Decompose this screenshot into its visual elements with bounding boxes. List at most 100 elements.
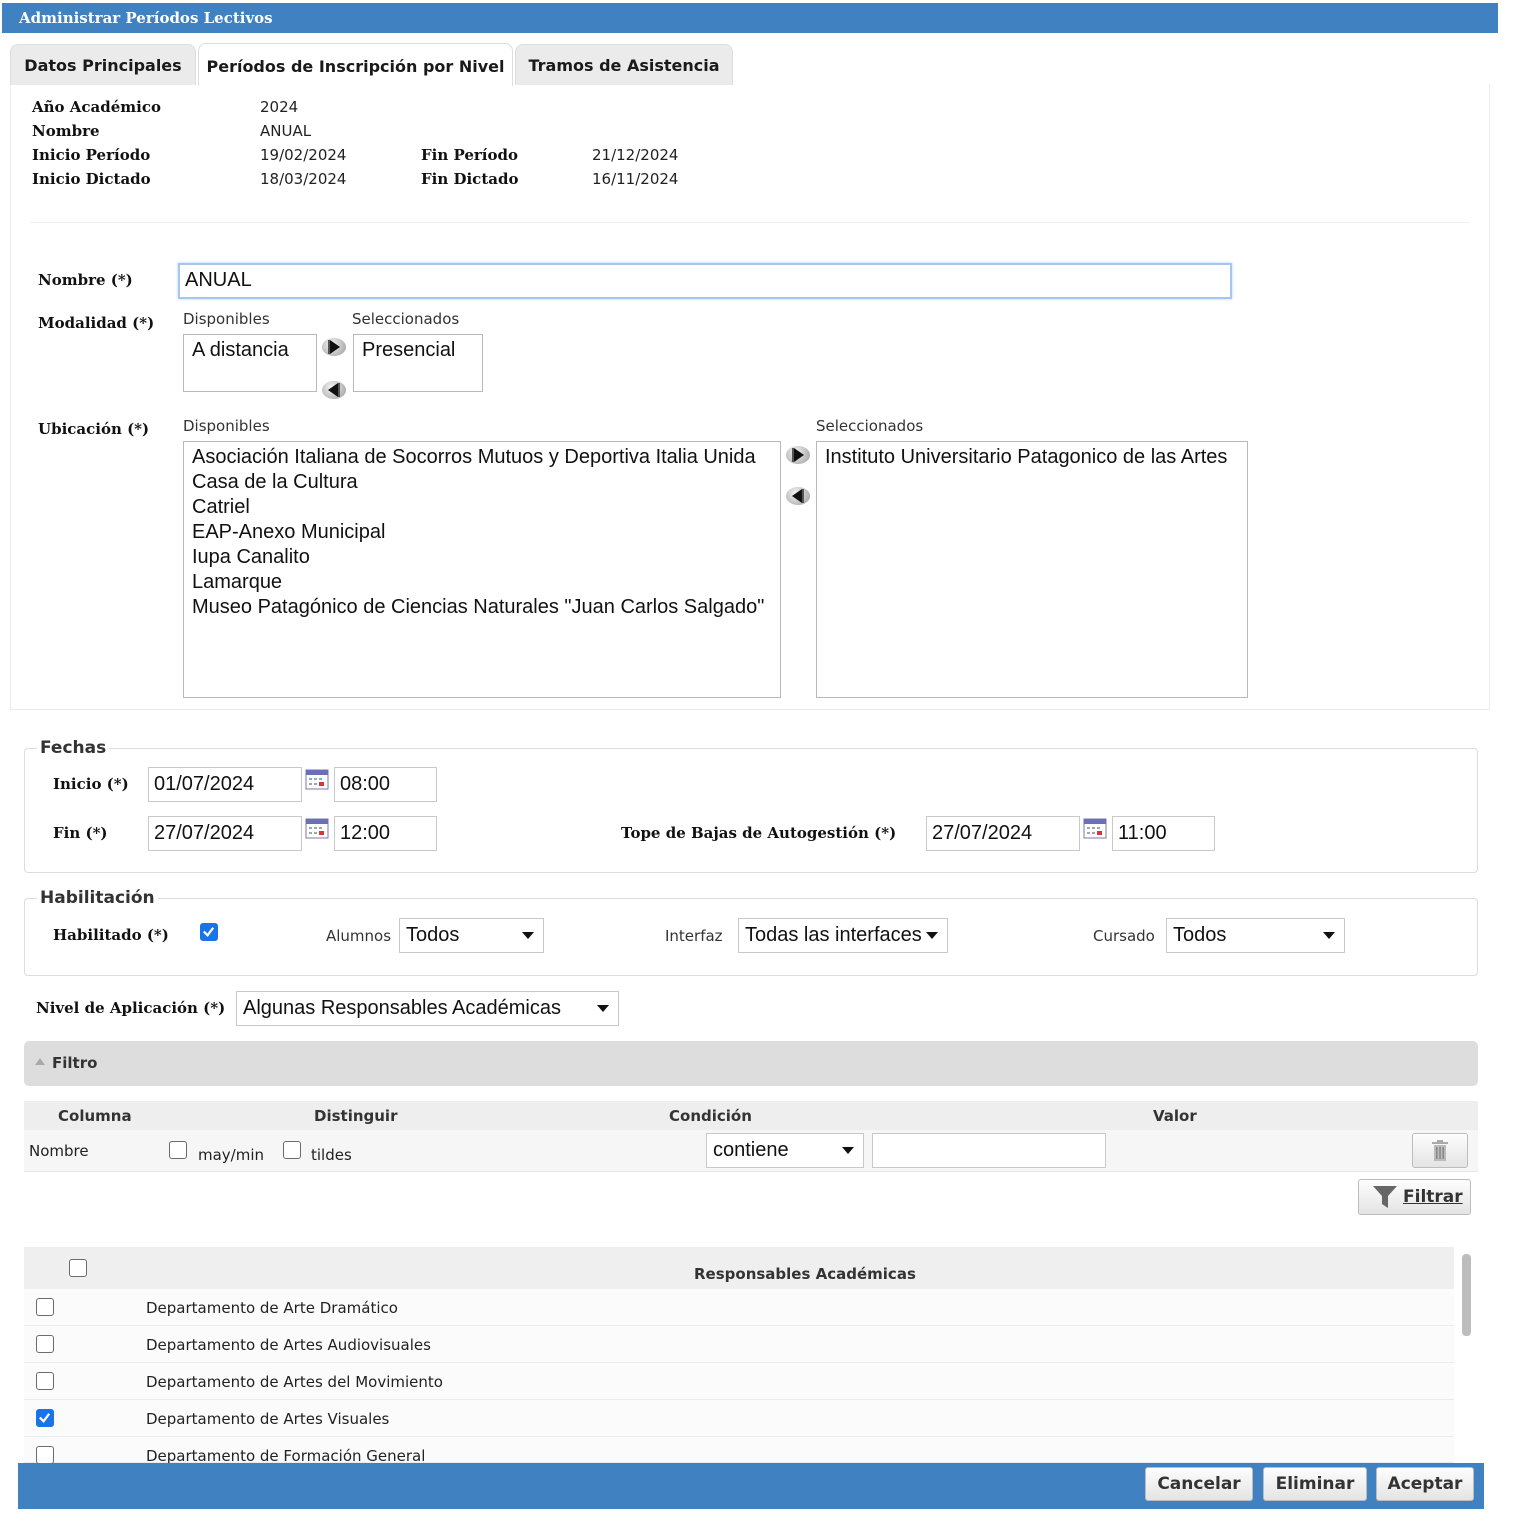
filtro-title: Filtro <box>52 1054 98 1072</box>
list-item[interactable]: A distancia <box>192 338 308 363</box>
chevron-down-icon <box>926 932 938 939</box>
nombre-info-label: Nombre <box>32 122 100 140</box>
arrow-right-icon <box>328 340 340 354</box>
delete-filter-button[interactable] <box>1412 1133 1468 1168</box>
table-scrollbar[interactable] <box>1462 1254 1471 1336</box>
fin-date-input[interactable]: 27/07/2024 <box>148 816 302 851</box>
fin-dictado-label: Fin Dictado <box>421 170 519 188</box>
alumnos-label: Alumnos <box>326 927 392 945</box>
filtrar-button[interactable]: Filtrar <box>1358 1179 1471 1215</box>
chevron-down-icon <box>842 1147 854 1154</box>
interfaz-select[interactable]: Todas las interfaces <box>738 918 948 953</box>
row-checkbox[interactable] <box>36 1446 54 1463</box>
fechas-legend: Fechas <box>37 738 110 758</box>
chevron-down-icon <box>522 932 534 939</box>
valor-input[interactable] <box>872 1133 1106 1168</box>
col-columna: Columna <box>58 1107 132 1125</box>
inicio-date-input[interactable]: 01/07/2024 <box>148 767 302 802</box>
nivel-label: Nivel de Aplicación (*) <box>36 999 226 1017</box>
alumnos-select-value: Todos <box>406 924 460 946</box>
inicio-periodo-value: 19/02/2024 <box>260 146 347 164</box>
calendar-icon[interactable] <box>305 768 329 790</box>
inicio-label: Inicio (*) <box>53 775 129 793</box>
list-item[interactable]: Instituto Universitario Patagonico de la… <box>825 445 1239 470</box>
list-item[interactable]: Iupa Canalito <box>192 545 772 570</box>
modalidad-seleccionados-list[interactable]: Presencial <box>353 334 483 392</box>
fin-time-input[interactable]: 12:00 <box>334 816 437 851</box>
interfaz-select-value: Todas las interfaces <box>745 924 922 946</box>
results-header-label: Responsables Académicas <box>694 1265 916 1283</box>
cancelar-button[interactable]: Cancelar <box>1145 1467 1253 1501</box>
modalidad-remove-button[interactable] <box>322 381 346 399</box>
tope-date-input[interactable]: 27/07/2024 <box>926 816 1080 851</box>
habilitado-label: Habilitado (*) <box>53 926 169 944</box>
row-label: Departamento de Formación General <box>146 1447 426 1463</box>
cursado-select-value: Todos <box>1173 924 1227 946</box>
arrow-left-icon <box>328 383 340 397</box>
modalidad-label: Modalidad (*) <box>38 314 155 332</box>
cursado-select[interactable]: Todos <box>1166 918 1345 953</box>
chevron-down-icon <box>597 1005 609 1012</box>
list-item[interactable]: Lamarque <box>192 570 772 595</box>
row-checkbox[interactable] <box>36 1335 54 1353</box>
arrow-left-icon <box>792 489 804 503</box>
collapse-caret-icon[interactable] <box>35 1058 45 1065</box>
nombre-input[interactable]: ANUAL <box>178 263 1232 299</box>
maymin-checkbox[interactable] <box>169 1141 187 1159</box>
arrow-right-icon <box>792 448 804 462</box>
alumnos-select[interactable]: Todos <box>399 918 544 953</box>
row-checkbox[interactable] <box>36 1372 54 1390</box>
eliminar-button[interactable]: Eliminar <box>1263 1467 1367 1501</box>
aceptar-button[interactable]: Aceptar <box>1376 1467 1474 1501</box>
inicio-time-input[interactable]: 08:00 <box>334 767 437 802</box>
nombre-info-value: ANUAL <box>260 122 312 140</box>
row-clip: Departamento de Formación General <box>24 1437 524 1463</box>
modalidad-seleccionados-label: Seleccionados <box>352 310 460 328</box>
select-all-checkbox[interactable] <box>69 1259 87 1277</box>
inicio-dictado-value: 18/03/2024 <box>260 170 347 188</box>
list-item[interactable]: Presencial <box>362 338 474 363</box>
filter-row-nombre: Nombre <box>29 1142 89 1160</box>
calendar-icon[interactable] <box>305 817 329 839</box>
modalidad-add-button[interactable] <box>322 338 346 356</box>
row-checkbox[interactable] <box>36 1298 54 1316</box>
tab-tramos-asistencia[interactable]: Tramos de Asistencia <box>515 44 733 85</box>
fin-dictado-value: 16/11/2024 <box>592 170 679 188</box>
row-label: Departamento de Artes del Movimiento <box>146 1373 443 1391</box>
tope-time-input[interactable]: 11:00 <box>1112 816 1215 851</box>
calendar-icon[interactable] <box>1083 817 1107 839</box>
ubicacion-seleccionados-label: Seleccionados <box>816 417 924 435</box>
filtro-bar[interactable] <box>24 1041 1478 1086</box>
divider <box>30 222 1470 223</box>
fin-periodo-value: 21/12/2024 <box>592 146 679 164</box>
ubicacion-seleccionados-list[interactable]: Instituto Universitario Patagonico de la… <box>816 441 1248 698</box>
ubicacion-remove-button[interactable] <box>786 487 810 505</box>
list-item[interactable]: Casa de la Cultura <box>192 470 772 495</box>
list-item[interactable]: Museo Patagónico de Ciencias Naturales "… <box>192 595 772 620</box>
tildes-checkbox[interactable] <box>283 1141 301 1159</box>
modalidad-disponibles-label: Disponibles <box>183 310 270 328</box>
ubicacion-disponibles-label: Disponibles <box>183 417 270 435</box>
list-item[interactable]: Asociación Italiana de Socorros Mutuos y… <box>192 445 772 470</box>
tildes-label: tildes <box>311 1146 352 1164</box>
row-checkbox[interactable] <box>36 1409 54 1427</box>
window-title: Administrar Períodos Lectivos <box>2 3 1498 33</box>
row-label: Departamento de Artes Audiovisuales <box>146 1336 431 1354</box>
row-label: Departamento de Artes Visuales <box>146 1410 390 1428</box>
tab-periodos-inscripcion[interactable]: Períodos de Inscripción por Nivel <box>198 43 513 86</box>
funnel-icon <box>1373 1186 1397 1208</box>
ubicacion-add-button[interactable] <box>786 446 810 464</box>
habilitacion-legend: Habilitación <box>37 888 158 908</box>
ubicacion-disponibles-list[interactable]: Asociación Italiana de Socorros Mutuos y… <box>183 441 781 698</box>
nivel-select[interactable]: Algunas Responsables Académicas <box>236 991 619 1026</box>
list-item[interactable]: Catriel <box>192 495 772 520</box>
tab-datos-principales[interactable]: Datos Principales <box>10 44 196 85</box>
condicion-select[interactable]: contiene <box>706 1133 864 1168</box>
habilitado-checkbox[interactable] <box>200 923 218 941</box>
anio-label: Año Académico <box>32 98 162 116</box>
row-label: Departamento de Arte Dramático <box>146 1299 398 1317</box>
modalidad-disponibles-list[interactable]: A distancia <box>183 334 317 392</box>
inicio-periodo-label: Inicio Período <box>32 146 151 164</box>
list-item[interactable]: EAP-Anexo Municipal <box>192 520 772 545</box>
chevron-down-icon <box>1323 932 1335 939</box>
